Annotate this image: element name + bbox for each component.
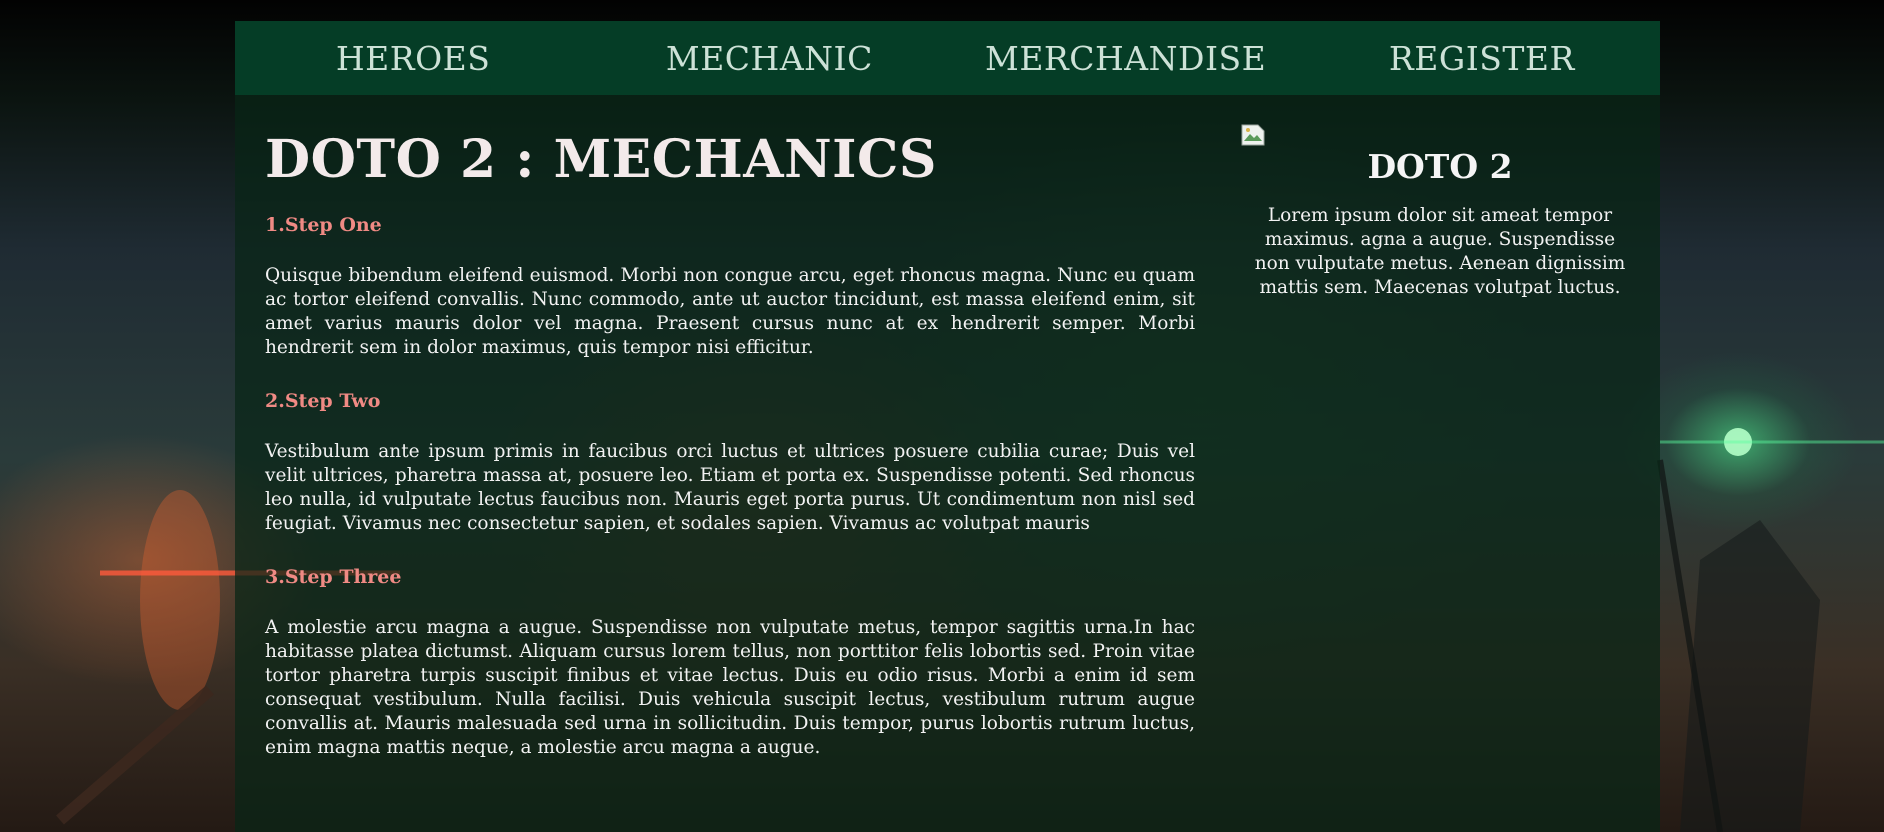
content-area: DOTO 2 : MECHANICS 1.Step One Quisque bi… — [235, 95, 1660, 790]
nav-item-heroes[interactable]: HEROES — [235, 39, 591, 78]
page-container: HEROES MECHANIC MERCHANDISE REGISTER DOT… — [235, 21, 1660, 832]
nav-item-merchandise[interactable]: MERCHANDISE — [948, 39, 1304, 78]
page-title: DOTO 2 : MECHANICS — [265, 129, 937, 190]
step-text-3: A molestie arcu magna a augue. Suspendis… — [265, 617, 1195, 758]
sidebar-title: DOTO 2 — [1367, 147, 1513, 186]
broken-image-icon — [1240, 123, 1266, 147]
main-column: DOTO 2 : MECHANICS 1.Step One Quisque bi… — [235, 95, 1215, 790]
step-text-1: Quisque bibendum eleifend euismod. Morbi… — [265, 265, 1195, 358]
sidebar: DOTO 2 Lorem ipsum dolor sit ameat tempo… — [1215, 95, 1640, 790]
step-heading-2: 2.Step Two — [265, 390, 381, 412]
step-heading-1: 1.Step One — [265, 214, 382, 236]
nav-item-register[interactable]: REGISTER — [1304, 39, 1660, 78]
step-text-2: Vestibulum ante ipsum primis in faucibus… — [265, 441, 1195, 534]
navbar: HEROES MECHANIC MERCHANDISE REGISTER — [235, 21, 1660, 95]
sidebar-text: Lorem ipsum dolor sit ameat tempor maxim… — [1254, 205, 1626, 298]
nav-item-mechanic[interactable]: MECHANIC — [591, 39, 947, 78]
step-heading-3: 3.Step Three — [265, 566, 402, 588]
